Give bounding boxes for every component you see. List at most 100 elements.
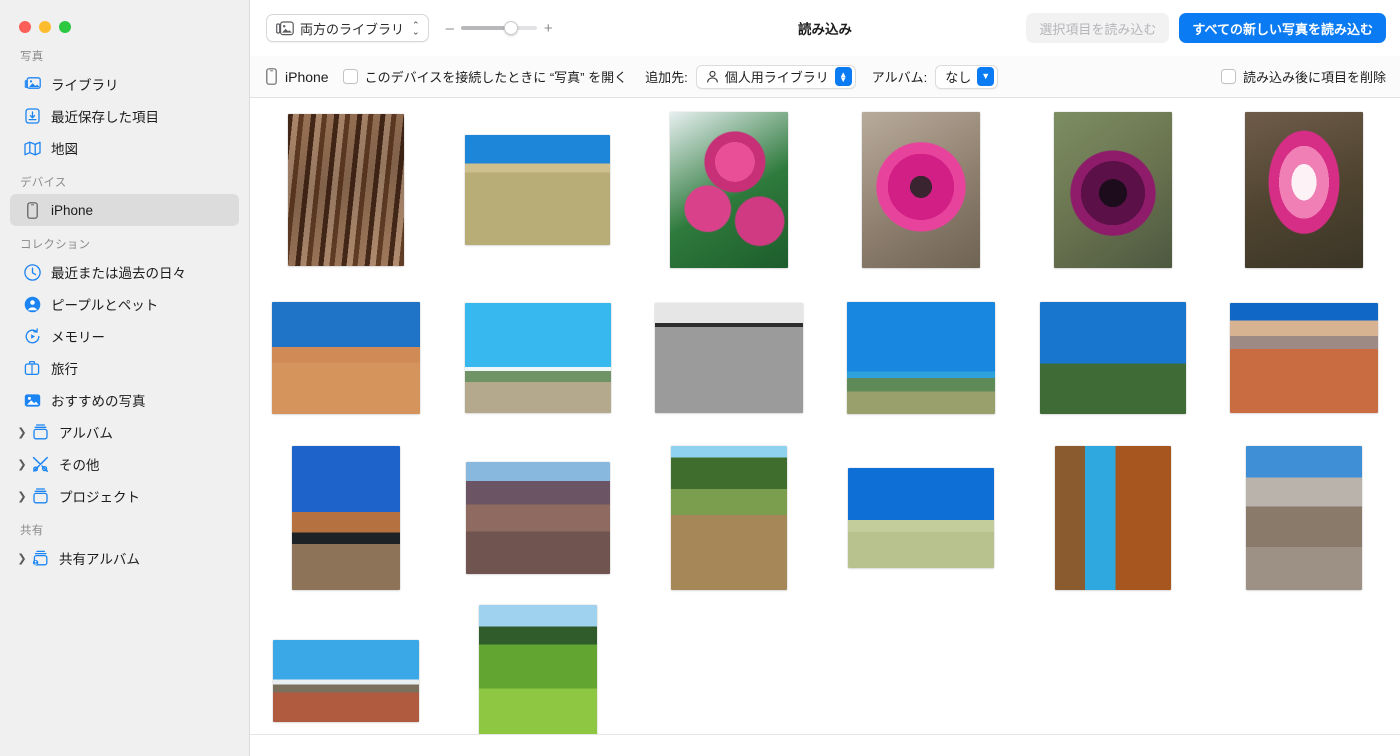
- open-photos-on-connect-row[interactable]: このデバイスを接続したときに “写真” を開く: [342, 67, 628, 86]
- chevron-right-icon[interactable]: ❯: [14, 426, 30, 439]
- zoom-window-button[interactable]: [59, 21, 71, 33]
- sidebar-item-other[interactable]: ❯ その他: [10, 448, 239, 480]
- album-popup[interactable]: なし ▼: [935, 64, 999, 89]
- photo-stack-icon: [276, 20, 294, 36]
- project-icon: [30, 486, 50, 506]
- suitcase-icon: [22, 358, 42, 378]
- album-value: なし: [945, 70, 972, 85]
- import-all-new-photos-button[interactable]: すべての新しい写真を読み込む: [1179, 13, 1386, 43]
- toolbar-actions: 選択項目を読み込む すべての新しい写真を読み込む: [1026, 13, 1386, 43]
- photo-thumbnail[interactable]: [1053, 112, 1172, 268]
- photo-thumbnail[interactable]: [846, 302, 995, 414]
- library-source-popup[interactable]: 両方のライブラリ ⌃ ⌃: [266, 14, 429, 42]
- photo-thumbnail[interactable]: [271, 302, 420, 414]
- photo-thumbnail[interactable]: [861, 112, 980, 268]
- device-name-label: iPhone: [285, 68, 329, 85]
- chevron-right-icon[interactable]: ❯: [14, 490, 30, 503]
- minimize-window-button[interactable]: [39, 21, 51, 33]
- photo-cell: [250, 278, 442, 438]
- photo-row: [250, 102, 1400, 278]
- photo-thumbnail[interactable]: [1245, 112, 1364, 268]
- tools-icon: [30, 454, 50, 474]
- add-to-popup[interactable]: 個人用ライブラリ ▲ ▼: [695, 64, 856, 89]
- chevron-updown-icon[interactable]: ⌃ ⌃: [412, 21, 420, 37]
- photo-thumbnail[interactable]: [291, 446, 400, 590]
- photo-thumbnail[interactable]: [670, 112, 789, 268]
- sidebar-item-featured-photos[interactable]: おすすめの写真: [10, 384, 239, 416]
- photo-cell: [825, 598, 1017, 734]
- add-to-label: 追加先:: [645, 70, 688, 85]
- chevron-right-icon[interactable]: ❯: [14, 552, 30, 565]
- sidebar-item-projects[interactable]: ❯ プロジェクト: [10, 480, 239, 512]
- photo-cell: [633, 278, 825, 438]
- slider-thumb[interactable]: [504, 21, 519, 35]
- window-controls: [0, 0, 249, 48]
- sidebar-item-label: 最近保存した項目: [51, 110, 159, 125]
- photo-thumbnail[interactable]: [847, 468, 994, 568]
- delete-after-import-row[interactable]: 読み込み後に項目を削除: [1220, 67, 1386, 86]
- sidebar-item-label: アルバム: [59, 426, 113, 441]
- delete-after-import-label: 読み込み後に項目を削除: [1242, 70, 1386, 85]
- photo-row: [250, 278, 1400, 438]
- person-icon: [706, 70, 719, 83]
- sidebar-group-photos: 写真 ライブラリ 最近保存した項目 地図: [0, 48, 249, 164]
- sidebar-item-recently-saved[interactable]: 最近保存した項目: [10, 100, 239, 132]
- photo-cell: [1208, 598, 1400, 734]
- sidebar-item-map[interactable]: 地図: [10, 132, 239, 164]
- photo-cell: [250, 598, 442, 734]
- chevron-down-icon[interactable]: ▼: [977, 67, 995, 86]
- sidebar-item-albums[interactable]: ❯ アルバム: [10, 416, 239, 448]
- zoom-out-label[interactable]: –: [446, 21, 454, 36]
- sidebar-item-trips[interactable]: 旅行: [10, 352, 239, 384]
- photo-row: [250, 438, 1400, 598]
- sidebar-item-memories[interactable]: メモリー: [10, 320, 239, 352]
- sidebar-item-shared-albums[interactable]: ❯ 共有アルバム: [10, 542, 239, 574]
- photo-thumbnail[interactable]: [465, 135, 610, 245]
- photo-grid[interactable]: [250, 98, 1400, 734]
- photo-cell: [633, 598, 825, 734]
- photo-thumbnail[interactable]: [1054, 446, 1171, 590]
- delete-after-import-checkbox[interactable]: [1220, 69, 1236, 84]
- sidebar-item-label: その他: [59, 458, 100, 473]
- chevron-updown-icon[interactable]: ▲ ▼: [834, 67, 852, 86]
- person-circle-icon: [22, 294, 42, 314]
- sidebar-group-devices: デバイス iPhone: [0, 174, 249, 226]
- chevron-right-icon[interactable]: ❯: [14, 458, 30, 471]
- sidebar-item-people-and-pets[interactable]: ピープルとペット: [10, 288, 239, 320]
- photo-cell: [1017, 598, 1209, 734]
- memories-icon: [22, 326, 42, 346]
- photo-thumbnail[interactable]: [1039, 302, 1186, 414]
- sidebar: 写真 ライブラリ 最近保存した項目 地図 デバイス iPhone コレクション …: [0, 0, 250, 756]
- photo-thumbnail[interactable]: [465, 462, 610, 574]
- status-bar: [250, 734, 1400, 756]
- sidebar-item-label: 共有アルバム: [59, 552, 140, 567]
- sidebar-item-iphone[interactable]: iPhone: [10, 194, 239, 226]
- photo-cell: [442, 438, 634, 598]
- open-photos-on-connect-checkbox[interactable]: [342, 69, 358, 84]
- photo-thumbnail[interactable]: [287, 114, 404, 266]
- photo-cell: [250, 102, 442, 278]
- zoom-in-label[interactable]: +: [544, 21, 553, 36]
- photo-thumbnail[interactable]: [478, 605, 597, 734]
- sidebar-item-library[interactable]: ライブラリ: [10, 68, 239, 100]
- open-photos-on-connect-label: このデバイスを接続したときに “写真” を開く: [364, 70, 628, 85]
- import-selected-button[interactable]: 選択項目を読み込む: [1026, 13, 1170, 43]
- device-options-bar: iPhone このデバイスを接続したときに “写真” を開く 追加先: 個人用ラ…: [250, 56, 1400, 98]
- main-content: 両方のライブラリ ⌃ ⌃ – + 読み込み 選択項目を読み込む すべての新しい写真…: [250, 0, 1400, 756]
- sidebar-section-header-photos: 写真: [20, 51, 44, 63]
- close-window-button[interactable]: [19, 21, 31, 33]
- photo-thumbnail[interactable]: [671, 446, 788, 590]
- sidebar-item-label: プロジェクト: [59, 490, 140, 505]
- sidebar-item-recent-days[interactable]: 最近または過去の日々: [10, 256, 239, 288]
- photo-thumbnail[interactable]: [655, 303, 804, 413]
- photo-thumbnail[interactable]: [272, 640, 419, 722]
- thumbnail-size-slider[interactable]: [460, 19, 537, 37]
- photo-thumbnail[interactable]: [464, 303, 611, 413]
- photo-thumbnail[interactable]: [1246, 446, 1363, 590]
- photo-cell: [442, 598, 634, 734]
- photo-thumbnail[interactable]: [1230, 303, 1379, 413]
- clock-icon: [22, 262, 42, 282]
- library-source-label: 両方のライブラリ: [300, 21, 405, 37]
- album-icon: [30, 422, 50, 442]
- photo-cell: [1208, 438, 1400, 598]
